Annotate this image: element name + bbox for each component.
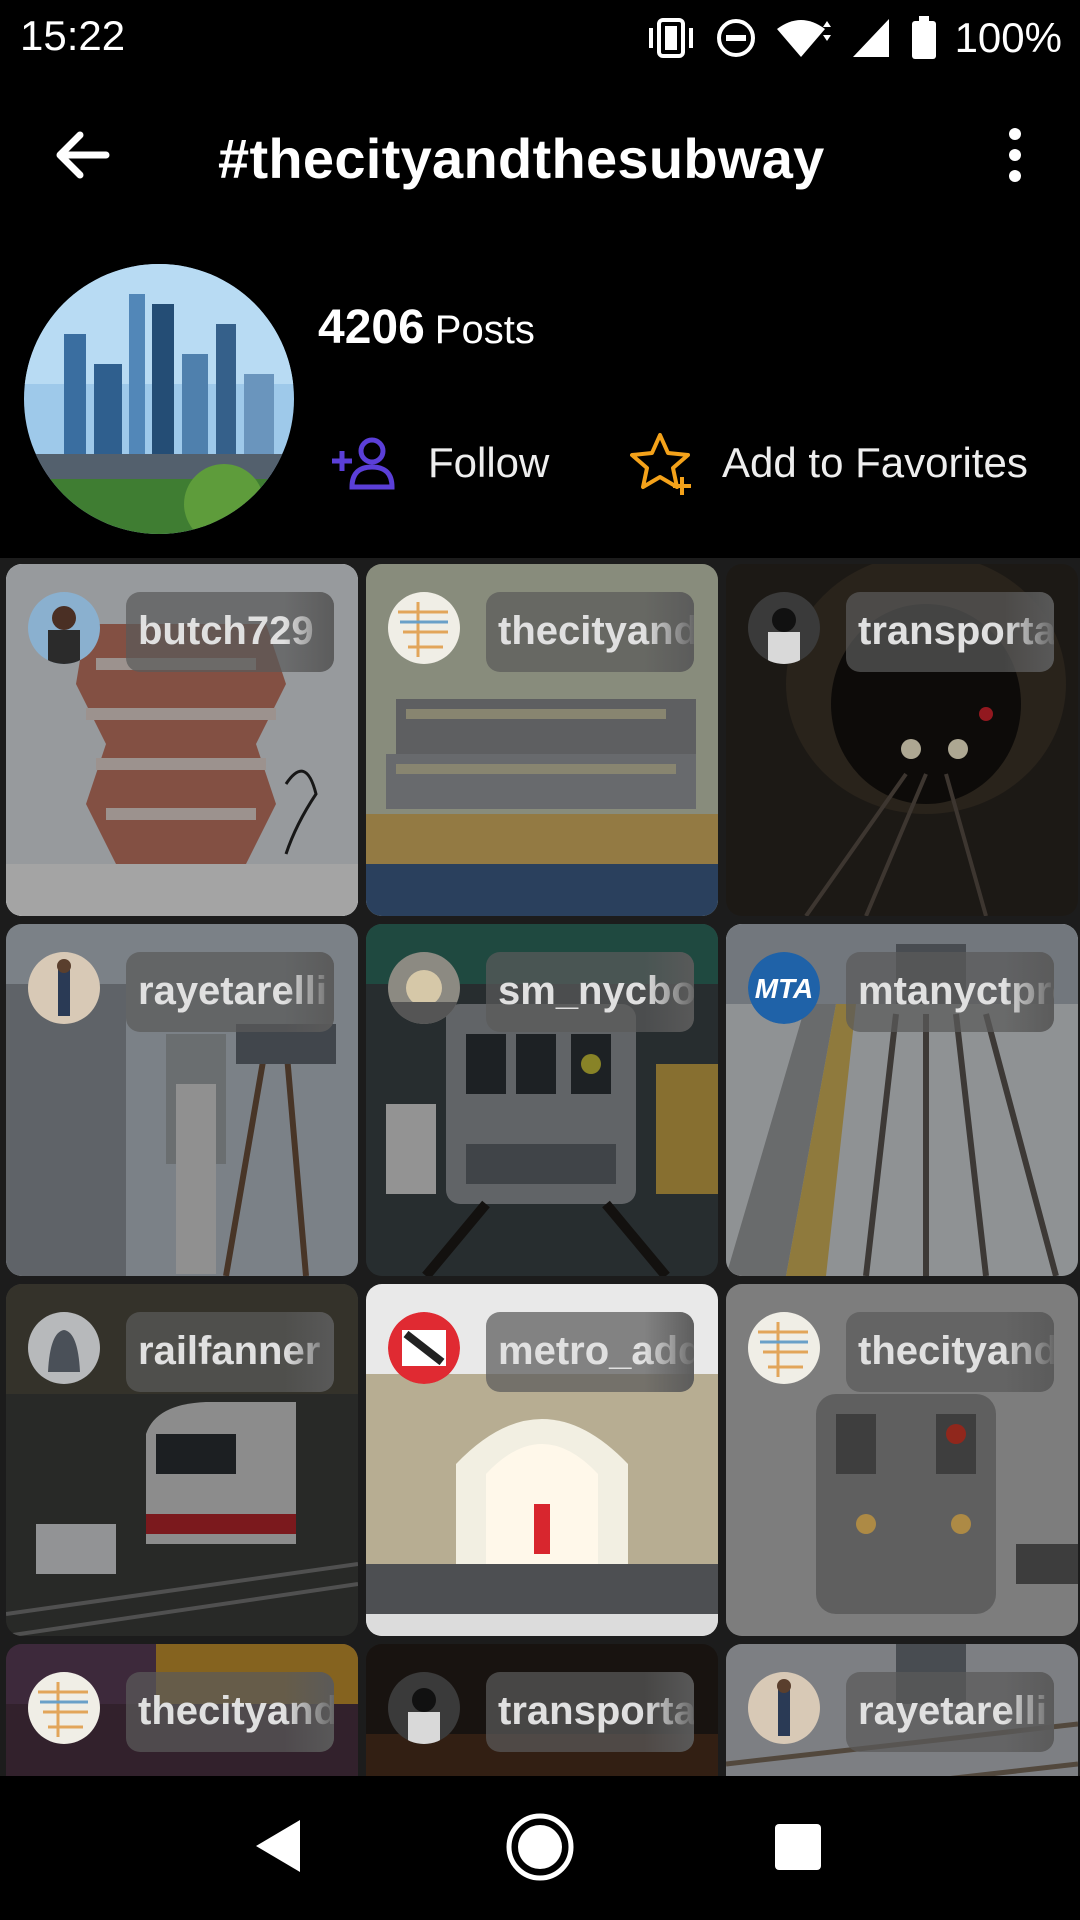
user-avatar: MTA	[748, 952, 820, 1024]
user-avatar	[748, 592, 820, 664]
username-chip: thecityandthesubway	[126, 1672, 334, 1752]
username-chip: metro_addict	[486, 1312, 694, 1392]
app-bar: #thecityandthesubway	[0, 80, 1080, 230]
post-tile[interactable]: thecityandthesubway	[366, 564, 718, 916]
username-chip: transportation	[846, 592, 1054, 672]
username-chip: thecityandthesubway	[486, 592, 694, 672]
user-avatar	[28, 952, 100, 1024]
posts-count: 4206 Posts	[318, 300, 535, 355]
user-avatar	[388, 592, 460, 664]
username: rayetarelli	[138, 969, 328, 1013]
post-tile[interactable]: transportation	[366, 1644, 718, 1776]
post-tile[interactable]: MTA mtanyctproud	[726, 924, 1078, 1276]
user-avatar	[28, 1312, 100, 1384]
user-avatar	[388, 952, 460, 1024]
post-tile[interactable]: thecityandthesubway	[6, 1644, 358, 1776]
post-tile[interactable]: sm_nycbound	[366, 924, 718, 1276]
battery-icon	[911, 15, 936, 59]
more-vertical-icon[interactable]	[980, 120, 1050, 190]
wifi-icon	[776, 19, 831, 57]
username: transportation	[858, 609, 1054, 653]
username-chip: rayetarelli	[126, 952, 334, 1032]
username: thecityandthesubway	[498, 609, 694, 653]
status-time: 15:22	[20, 12, 126, 59]
username-chip: railfanner	[126, 1312, 334, 1392]
post-tile[interactable]: rayetarelli	[726, 1644, 1078, 1776]
nav-home-icon[interactable]	[505, 1812, 575, 1882]
post-tile[interactable]: transportation	[726, 564, 1078, 916]
nav-recents-icon[interactable]	[775, 1824, 821, 1870]
nav-back-icon[interactable]	[250, 1816, 304, 1876]
posts-grid: butch729 thecityandthesubway transportat…	[0, 558, 1080, 1776]
user-avatar	[28, 592, 100, 664]
person-add-icon	[332, 437, 395, 490]
user-avatar	[388, 1312, 460, 1384]
user-avatar	[388, 1672, 460, 1744]
add-to-favorites-button[interactable]: Add to Favorites	[630, 428, 1028, 498]
username-chip: thecityandthesubway	[846, 1312, 1054, 1392]
status-bar: 15:22 100%	[0, 0, 1080, 75]
follow-button[interactable]: Follow	[330, 428, 549, 498]
username-chip: transportation	[486, 1672, 694, 1752]
username: rayetarelli	[858, 1689, 1048, 1733]
post-tile[interactable]: railfanner	[6, 1284, 358, 1636]
status-icons: 100%	[645, 10, 1062, 65]
username-chip: sm_nycbound	[486, 952, 694, 1032]
page-title: #thecityandthesubway	[218, 127, 825, 190]
svg-text:MTA: MTA	[755, 973, 814, 1004]
username: thecityandthesubway	[138, 1689, 334, 1733]
username: butch729	[138, 609, 314, 653]
username-chip: butch729	[126, 592, 334, 672]
user-avatar	[28, 1672, 100, 1744]
username: railfanner	[138, 1329, 321, 1373]
system-navigation-bar	[0, 1776, 1080, 1920]
username: thecityandthesubway	[858, 1329, 1054, 1373]
post-tile[interactable]: metro_addict	[366, 1284, 718, 1636]
user-avatar	[748, 1672, 820, 1744]
star-add-icon	[630, 433, 691, 495]
user-avatar	[748, 1312, 820, 1384]
hashtag-avatar	[24, 264, 294, 534]
post-tile[interactable]: rayetarelli	[6, 924, 358, 1276]
battery-percentage: 100%	[954, 13, 1062, 61]
do-not-disturb-icon	[716, 18, 755, 57]
posts-number: 4206	[318, 301, 425, 354]
post-tile[interactable]: thecityandthesubway	[726, 1284, 1078, 1636]
follow-label: Follow	[428, 439, 550, 486]
arrow-left-icon[interactable]	[48, 120, 118, 190]
username: mtanyctproud	[858, 969, 1054, 1013]
username: metro_addict	[498, 1329, 694, 1373]
favorites-label: Add to Favorites	[722, 439, 1028, 486]
posts-label: Posts	[434, 308, 535, 352]
vibrate-icon	[648, 17, 693, 58]
username-chip: rayetarelli	[846, 1672, 1054, 1752]
signal-icon	[852, 18, 889, 57]
username-chip: mtanyctproud	[846, 952, 1054, 1032]
username: sm_nycbound	[498, 969, 694, 1013]
post-tile[interactable]: butch729	[6, 564, 358, 916]
username: transportation	[498, 1689, 694, 1733]
